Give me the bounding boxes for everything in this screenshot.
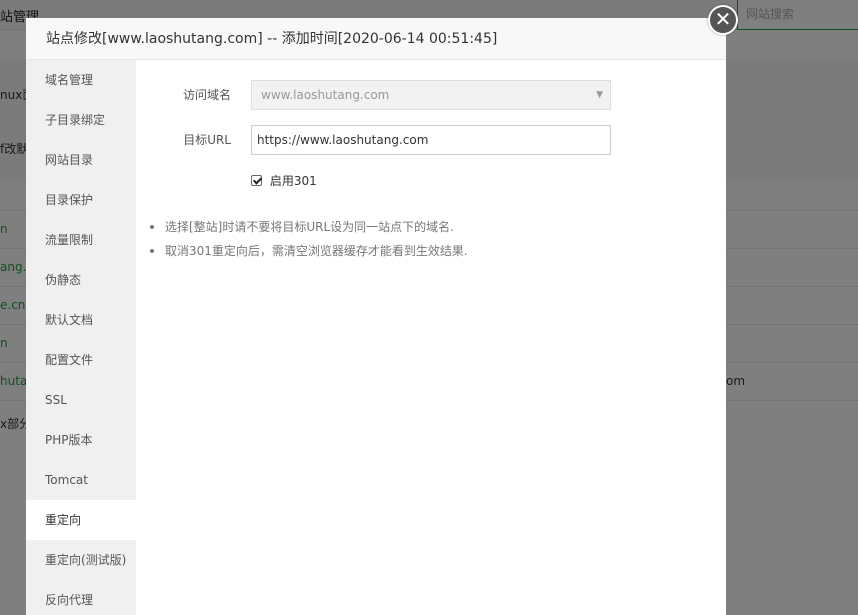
close-icon[interactable]: ✕	[708, 5, 738, 35]
enable-301-row: 启用301	[251, 173, 317, 189]
redirect-panel: 访问域名 www.laoshutang.com ▼ 目标URL 启用301 选择…	[136, 60, 726, 615]
sidebar-item[interactable]: 反向代理	[26, 580, 136, 615]
enable-301-label: 启用301	[269, 174, 317, 188]
modal-title: 站点修改[www.laoshutang.com] -- 添加时间[2020-06…	[26, 18, 726, 60]
target-url-row: 目标URL	[136, 125, 726, 157]
sidebar-item[interactable]: 伪静态	[26, 260, 136, 300]
sidebar-item[interactable]: SSL	[26, 380, 136, 420]
domain-label: 访问域名	[182, 88, 231, 102]
sidebar-item[interactable]: 重定向(测试版)	[26, 540, 136, 580]
sidebar-item[interactable]: 配置文件	[26, 340, 136, 380]
site-edit-modal: 站点修改[www.laoshutang.com] -- 添加时间[2020-06…	[26, 18, 726, 615]
sidebar-item[interactable]: 默认文档	[26, 300, 136, 340]
target-url-label: 目标URL	[183, 133, 231, 147]
modal-body: 域名管理 子目录绑定 网站目录 目录保护 流量限制 伪静态 默认文档 配置文件 SSL PHP版本…	[26, 60, 726, 615]
tip-item: 取消301重定向后，需清空浏览器缓存才能看到生效结果.	[148, 239, 468, 263]
domain-row: 访问域名 www.laoshutang.com ▼	[136, 80, 726, 112]
sidebar-item[interactable]: 网站目录	[26, 140, 136, 180]
tips-list: 选择[整站]时请不要将目标URL设为同一站点下的域名. 取消301重定向后，需清…	[148, 215, 468, 263]
target-url-input[interactable]	[251, 125, 611, 155]
sidebar-item[interactable]: 流量限制	[26, 220, 136, 260]
tip-item: 选择[整站]时请不要将目标URL设为同一站点下的域名.	[148, 215, 468, 239]
domain-select-value: www.laoshutang.com	[261, 88, 390, 102]
chevron-down-icon: ▼	[596, 90, 603, 100]
sidebar-item[interactable]: 域名管理	[26, 60, 136, 100]
sidebar-item[interactable]: 子目录绑定	[26, 100, 136, 140]
domain-select[interactable]: www.laoshutang.com ▼	[251, 80, 611, 110]
settings-sidebar: 域名管理 子目录绑定 网站目录 目录保护 流量限制 伪静态 默认文档 配置文件 SSL PHP版本…	[26, 60, 136, 615]
enable-301-checkbox[interactable]	[251, 175, 262, 186]
sidebar-item[interactable]: Tomcat	[26, 460, 136, 500]
sidebar-item[interactable]: 目录保护	[26, 180, 136, 220]
sidebar-item[interactable]: PHP版本	[26, 420, 136, 460]
sidebar-item[interactable]: 重定向	[26, 500, 136, 540]
